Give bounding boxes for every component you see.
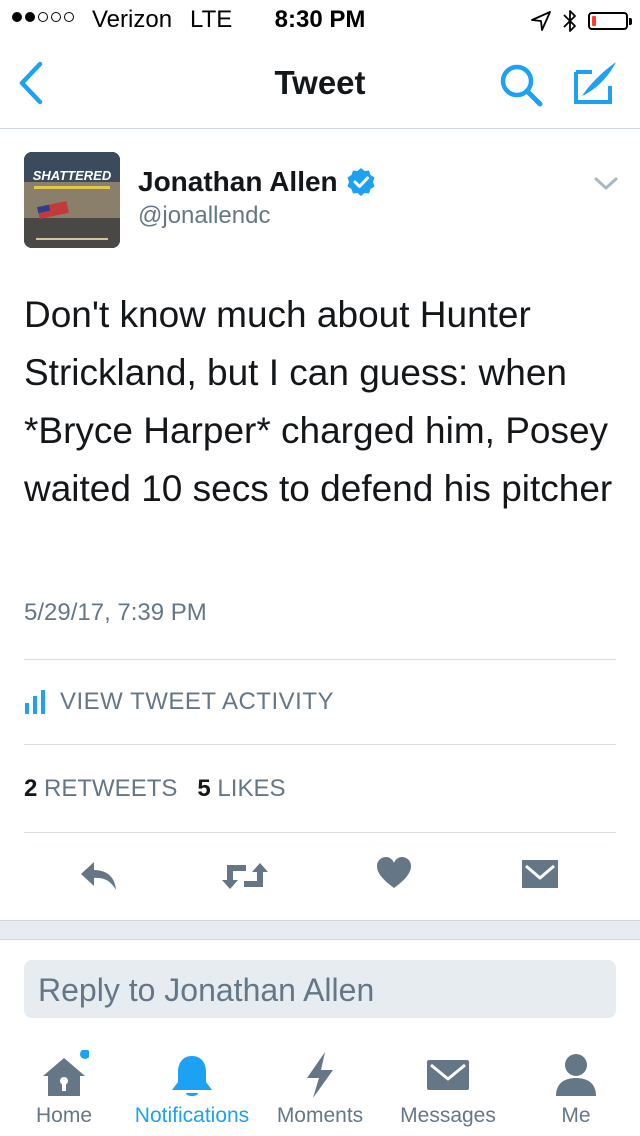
divider (24, 659, 616, 660)
navigation-bar: Tweet (0, 40, 640, 129)
location-arrow-icon (531, 11, 551, 31)
author-row[interactable]: Jonathan Allen (138, 166, 376, 198)
person-icon (556, 1054, 596, 1096)
battery-icon (588, 12, 632, 30)
tab-bar: Home Notifications Moments Messages Me (0, 1036, 640, 1136)
verified-badge-icon (347, 168, 375, 196)
lightning-icon (307, 1052, 333, 1098)
search-icon[interactable] (498, 62, 544, 108)
tweet-actions (0, 856, 640, 900)
like-heart-icon[interactable] (376, 856, 412, 890)
page-title: Tweet (274, 64, 366, 101)
book-cover-image: SHATTERED (24, 152, 120, 248)
divider (24, 744, 616, 745)
author-name[interactable]: Jonathan Allen (138, 166, 338, 198)
notification-dot (80, 1050, 89, 1059)
book-title-text: SHATTERED (33, 168, 112, 183)
tweet-text: Don't know much about Hunter Strickland,… (24, 294, 613, 509)
bell-icon (172, 1056, 212, 1096)
like-label[interactable]: LIKES (217, 775, 285, 802)
tweet-timestamp: 5/29/17, 7:39 PM (24, 599, 207, 626)
like-count[interactable]: 5 (197, 775, 210, 802)
tab-me[interactable]: Me (512, 1036, 640, 1136)
status-bar: Verizon LTE 8:30 PM (0, 0, 640, 40)
reply-icon[interactable] (78, 856, 120, 896)
retweet-label[interactable]: RETWEETS (44, 775, 177, 802)
author-handle[interactable]: @jonallendc (138, 202, 270, 230)
reply-input[interactable]: Reply to Jonathan Allen (24, 960, 616, 1018)
bluetooth-icon (563, 10, 576, 32)
envelope-icon (427, 1060, 469, 1090)
home-icon (43, 1050, 89, 1096)
direct-message-icon[interactable] (520, 856, 560, 892)
avatar[interactable]: SHATTERED (24, 152, 120, 248)
section-separator (0, 920, 640, 940)
retweet-icon[interactable] (220, 856, 270, 896)
engagement-counts[interactable]: 2 RETWEETS 5 LIKES (24, 775, 285, 803)
view-tweet-activity-link[interactable]: VIEW TWEET ACTIVITY (24, 688, 334, 716)
compose-tweet-icon[interactable] (570, 58, 620, 108)
reply-placeholder[interactable]: Reply to Jonathan Allen (38, 972, 374, 1009)
retweet-count[interactable]: 2 (24, 775, 37, 802)
bar-chart-icon (25, 690, 45, 714)
activity-label[interactable]: VIEW TWEET ACTIVITY (60, 688, 334, 716)
divider (24, 832, 616, 833)
status-icons (530, 8, 632, 34)
chevron-down-icon[interactable] (592, 174, 620, 194)
tab-label: Me (561, 1104, 591, 1127)
